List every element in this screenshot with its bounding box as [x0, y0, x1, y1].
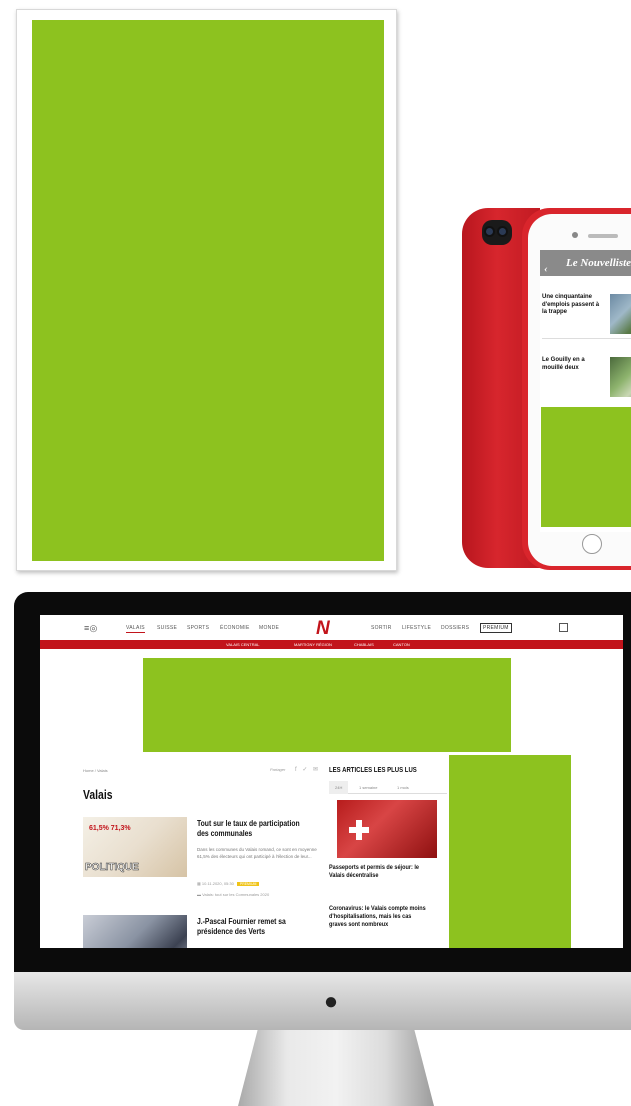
- breadcrumb[interactable]: Home / Valais: [83, 768, 108, 773]
- web-banner-ad-placeholder: [143, 658, 511, 752]
- most-read-image[interactable]: [337, 800, 437, 858]
- phone-article[interactable]: Le Gouilly en a mouillé deux: [540, 355, 631, 397]
- phone-article[interactable]: Une cinquantaine d'emplois passent à la …: [540, 292, 631, 334]
- article-image-figures: 61,5% 71,3%: [89, 825, 131, 832]
- phone-kicker: [542, 286, 631, 290]
- site-logo[interactable]: N: [316, 618, 330, 640]
- most-read-tabs: 24H 1 semaine 1 mois: [329, 781, 447, 794]
- article-teaser: Dans les communes du Valais romand, ce s…: [197, 847, 317, 859]
- nav-item-economie[interactable]: ÉCONOMIE: [220, 625, 250, 631]
- article-meta: ▦ 10.11.2020, 05:30 PREMIUM: [197, 881, 260, 886]
- apple-logo-icon: ●: [323, 988, 339, 1015]
- phone-app-header: ‹ Le Nouvelliste: [540, 250, 631, 276]
- nav-item-valais[interactable]: VALAIS: [126, 625, 145, 633]
- rear-camera-icon: [482, 220, 512, 245]
- phone-article-title: Une cinquantaine d'emplois passent à la …: [542, 294, 600, 315]
- tab-24h[interactable]: 24H: [329, 781, 349, 794]
- hamburger-icon[interactable]: ≡◎: [84, 623, 98, 634]
- article-title[interactable]: Tout sur le taux de participation des co…: [197, 819, 308, 838]
- article-card[interactable]: J.-Pascal Fournier remet sa présidence d…: [83, 915, 323, 948]
- subnav-canton[interactable]: CANTON: [393, 642, 410, 647]
- article-image[interactable]: [83, 915, 187, 948]
- nav-item-sortir[interactable]: SORTIR: [371, 625, 392, 631]
- camera-lens-icon: [497, 226, 508, 237]
- divider: [542, 338, 631, 339]
- front-camera-icon: [572, 232, 578, 238]
- premium-button[interactable]: PREMIUM: [480, 623, 512, 633]
- newspaper-icon[interactable]: [559, 623, 568, 632]
- article-tag[interactable]: ▬ Valais: tout sur les Communales 2020: [197, 892, 269, 897]
- camera-lens-icon: [484, 226, 495, 237]
- share-icons[interactable]: f ✓ ✉: [295, 766, 320, 773]
- most-read-sidebar: LES ARTICLES LES PLUS LUS 24H 1 semaine …: [329, 765, 447, 928]
- page-title: Valais: [83, 787, 113, 802]
- phone-kicker: [542, 349, 631, 353]
- nav-item-monde[interactable]: MONDE: [259, 625, 279, 631]
- phone-ad-placeholder: [541, 407, 631, 527]
- nav-item-lifestyle[interactable]: LIFESTYLE: [402, 625, 431, 631]
- home-button-icon[interactable]: [582, 534, 602, 554]
- article-image[interactable]: 61,5% 71,3% POLITIQUE: [83, 817, 187, 877]
- subnav-martigny[interactable]: MARTIGNY RÉGION: [294, 642, 332, 647]
- nav-item-suisse[interactable]: SUISSE: [157, 625, 177, 631]
- article-image-label: POLITIQUE: [85, 862, 139, 874]
- article-title[interactable]: J.-Pascal Fournier remet sa présidence d…: [197, 917, 308, 936]
- article-date: 10.11.2020, 05:30: [201, 881, 234, 886]
- premium-badge: PREMIUM: [236, 882, 260, 886]
- nav-item-dossiers[interactable]: DOSSIERS: [441, 625, 469, 631]
- imac-screen: ≡◎ VALAIS SUISSE SPORTS ÉCONOMIE MONDE N…: [40, 615, 623, 948]
- phone-article-thumbnail: [610, 294, 631, 334]
- article-card[interactable]: 61,5% 71,3% POLITIQUE Tout sur le taux d…: [83, 817, 323, 907]
- nav-item-sports[interactable]: SPORTS: [187, 625, 209, 631]
- phone-article-title: Le Gouilly en a mouillé deux: [542, 357, 585, 371]
- subnav-valais-central[interactable]: VALAIS CENTRAL: [226, 642, 260, 647]
- share-label: Partager: [270, 767, 286, 772]
- most-read-title: LES ARTICLES LES PLUS LUS: [329, 765, 417, 774]
- site-navbar: ≡◎ VALAIS SUISSE SPORTS ÉCONOMIE MONDE N…: [40, 615, 623, 640]
- tab-week[interactable]: 1 semaine: [359, 785, 377, 790]
- web-skyscraper-ad-placeholder: [449, 755, 571, 948]
- swiss-cross-icon: [349, 820, 369, 840]
- tab-month[interactable]: 1 mois: [397, 785, 409, 790]
- imac-stand: [238, 1030, 434, 1106]
- chevron-left-icon[interactable]: ‹: [544, 256, 548, 282]
- site-subnav: VALAIS CENTRAL MARTIGNY RÉGION CHABLAIS …: [40, 640, 623, 649]
- phone-app-title: Le Nouvelliste: [566, 257, 631, 269]
- subnav-chablais[interactable]: CHABLAIS: [354, 642, 374, 647]
- phone-article-thumbnail: [610, 357, 631, 397]
- earpiece: [588, 234, 618, 238]
- print-ad-placeholder: [32, 20, 384, 561]
- most-read-item[interactable]: Coronavirus: le Valais compte moins d'ho…: [329, 905, 429, 929]
- print-ad-frame: [16, 9, 397, 571]
- most-read-item[interactable]: Passeports et permis de séjour: le Valai…: [329, 864, 429, 880]
